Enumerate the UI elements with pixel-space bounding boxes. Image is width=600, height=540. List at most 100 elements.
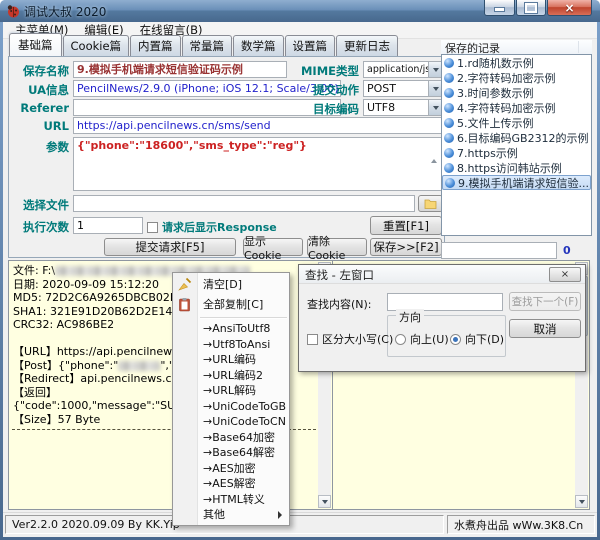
radio-icon[interactable] — [395, 334, 406, 345]
mime-select[interactable]: application/json — [363, 61, 443, 78]
file-input[interactable] — [73, 195, 415, 212]
encoding-label: 目标编码 — [279, 101, 359, 117]
checkbox-icon[interactable] — [307, 334, 318, 345]
find-dialog: 查找 - 左窗口 × 查找内容(N): 查找下一个(F) 取消 方向 向上(U)… — [298, 264, 586, 372]
menu-item-urlencode2[interactable]: →URL编码2 — [173, 368, 289, 384]
record-icon — [444, 163, 454, 173]
chevron-down-icon[interactable] — [428, 100, 442, 115]
maximize-button[interactable] — [516, 0, 546, 16]
menu-item-base64encode[interactable]: →Base64加密 — [173, 430, 289, 446]
menu-item-ansitoutf8[interactable]: →AnsiToUtf8 — [173, 321, 289, 337]
params-label: 参数 — [11, 139, 69, 155]
close-icon: × — [561, 270, 569, 280]
direction-down-radio[interactable]: 向下(D) — [450, 331, 504, 347]
record-item[interactable]: 3.时间参数示例 — [442, 85, 591, 100]
find-dialog-title: 查找 - 左窗口 — [305, 267, 374, 283]
saved-records-panel: 保存的记录 1.rd随机数示例 2.字符转码加密示例 3.时间参数示例 4.字符… — [441, 40, 592, 55]
record-item[interactable]: 7.https示例 — [442, 145, 591, 160]
menu-item-clear[interactable]: 清空[D] — [173, 275, 289, 295]
show-cookie-button[interactable]: 显示Cookie — [243, 238, 303, 256]
tab-math[interactable]: 数学篇 — [233, 35, 284, 56]
referer-label: Referer — [11, 101, 69, 115]
menu-item-unicodetogb[interactable]: →UniCodeToGB — [173, 399, 289, 415]
record-item[interactable]: 5.文件上传示例 — [442, 115, 591, 130]
browse-file-button[interactable] — [418, 195, 443, 212]
find-dialog-titlebar[interactable]: 查找 - 左窗口 × — [299, 265, 585, 284]
record-icon — [444, 73, 454, 83]
close-button[interactable]: × — [547, 0, 592, 16]
record-icon — [444, 58, 454, 68]
encoding-select[interactable]: UTF8 — [363, 99, 443, 116]
menu-item-aesencode[interactable]: →AES加密 — [173, 461, 289, 477]
url-input[interactable]: https://api.pencilnews.cn/sms/send — [73, 117, 443, 134]
url-label: URL — [11, 119, 69, 133]
menu-item-utf8toansi[interactable]: →Utf8ToAnsi — [173, 337, 289, 353]
menu-item-base64decode[interactable]: →Base64解密 — [173, 445, 289, 461]
clear-cookie-button[interactable]: 清除Cookie — [307, 238, 367, 256]
action-label: 提交动作 — [279, 82, 359, 98]
titlebar[interactable]: 调试大叔 2020 × — [0, 0, 600, 22]
direction-legend: 方向 — [396, 309, 424, 325]
chevron-down-icon[interactable] — [428, 62, 442, 77]
params-scroll-up-icon[interactable] — [431, 140, 437, 159]
tab-changelog[interactable]: 更新日志 — [336, 35, 398, 56]
save-name-label: 保存名称 — [11, 63, 69, 79]
match-case-checkbox[interactable]: 区分大小写(C) — [307, 331, 393, 347]
menu-item-urlencode[interactable]: →URL编码 — [173, 352, 289, 368]
maximize-icon — [525, 3, 537, 13]
broom-icon — [177, 277, 192, 292]
record-filter-input[interactable] — [441, 242, 557, 259]
record-icon — [444, 88, 454, 98]
menu-item-aesdecode[interactable]: →AES解密 — [173, 476, 289, 492]
menu-item-other[interactable]: 其他 — [173, 507, 289, 523]
minimize-button[interactable] — [484, 0, 515, 16]
window-title: 调试大叔 2020 — [24, 3, 106, 20]
find-close-button[interactable]: × — [549, 267, 581, 282]
record-item[interactable]: 1.rd随机数示例 — [442, 55, 591, 70]
chevron-down-icon[interactable] — [428, 81, 442, 96]
find-next-button[interactable]: 查找下一个(F) — [509, 292, 581, 311]
direction-group: 方向 向上(U) 向下(D) — [387, 315, 506, 357]
record-icon — [444, 118, 454, 128]
exec-count-label: 执行次数 — [11, 219, 69, 235]
checkbox-icon[interactable] — [147, 222, 158, 233]
radio-selected-icon[interactable] — [450, 334, 461, 345]
params-textarea[interactable]: {"phone":"18600","sms_type":"reg"} — [73, 137, 443, 191]
censored-phone — [118, 361, 160, 371]
record-icon — [445, 178, 455, 188]
cancel-button[interactable]: 取消 — [509, 319, 581, 338]
record-item-selected[interactable]: 9.模拟手机端请求短信验... — [442, 175, 591, 190]
menu-item-unicodetocn[interactable]: →UniCodeToCN — [173, 414, 289, 430]
mime-label: MIME类型 — [279, 63, 359, 79]
record-item[interactable]: 6.目标编码GB2312的示例 — [442, 130, 591, 145]
submit-request-button[interactable]: 提交请求[F5] — [104, 238, 236, 256]
record-item[interactable]: 8.https访问韩站示例 — [442, 160, 591, 175]
tab-cookie[interactable]: Cookie篇 — [63, 35, 130, 56]
scroll-down-icon[interactable] — [575, 495, 588, 508]
menu-item-htmlescape[interactable]: →HTML转义 — [173, 492, 289, 508]
record-item[interactable]: 4.字符转码加密示例 — [442, 100, 591, 115]
direction-up-radio[interactable]: 向上(U) — [395, 331, 449, 347]
record-icon — [444, 148, 454, 158]
record-item[interactable]: 2.字符转码加密示例 — [442, 70, 591, 85]
scroll-down-icon[interactable] — [318, 495, 331, 508]
menu-item-copy-all[interactable]: 全部复制[C] — [173, 295, 289, 315]
tab-basic[interactable]: 基础篇 — [9, 33, 62, 56]
close-icon: × — [564, 3, 574, 13]
clipboard-icon — [177, 297, 192, 312]
save-button[interactable]: 保存>>[F2] — [370, 238, 442, 256]
tab-builtin[interactable]: 内置篇 — [130, 35, 181, 56]
ua-label: UA信息 — [11, 82, 69, 98]
menu-item-urldecode[interactable]: →URL解码 — [173, 383, 289, 399]
tab-constant[interactable]: 常量篇 — [182, 35, 233, 56]
tab-settings[interactable]: 设置篇 — [285, 35, 336, 56]
tab-strip: 基础篇 Cookie篇 内置篇 常量篇 数学篇 设置篇 更新日志 — [9, 37, 399, 56]
save-name-input[interactable]: 9.模拟手机端请求短信验证码示例 — [73, 61, 287, 78]
exec-count-input[interactable]: 1 — [73, 217, 143, 234]
reset-button[interactable]: 重置[F1] — [370, 216, 442, 235]
status-credit: 水煮舟出品 wWw.3K8.Cn — [447, 515, 595, 534]
records-list: 1.rd随机数示例 2.字符转码加密示例 3.时间参数示例 4.字符转码加密示例… — [441, 54, 592, 236]
records-header[interactable]: 保存的记录 — [441, 40, 592, 55]
submenu-arrow-icon — [278, 511, 282, 519]
action-select[interactable]: POST — [363, 80, 443, 97]
